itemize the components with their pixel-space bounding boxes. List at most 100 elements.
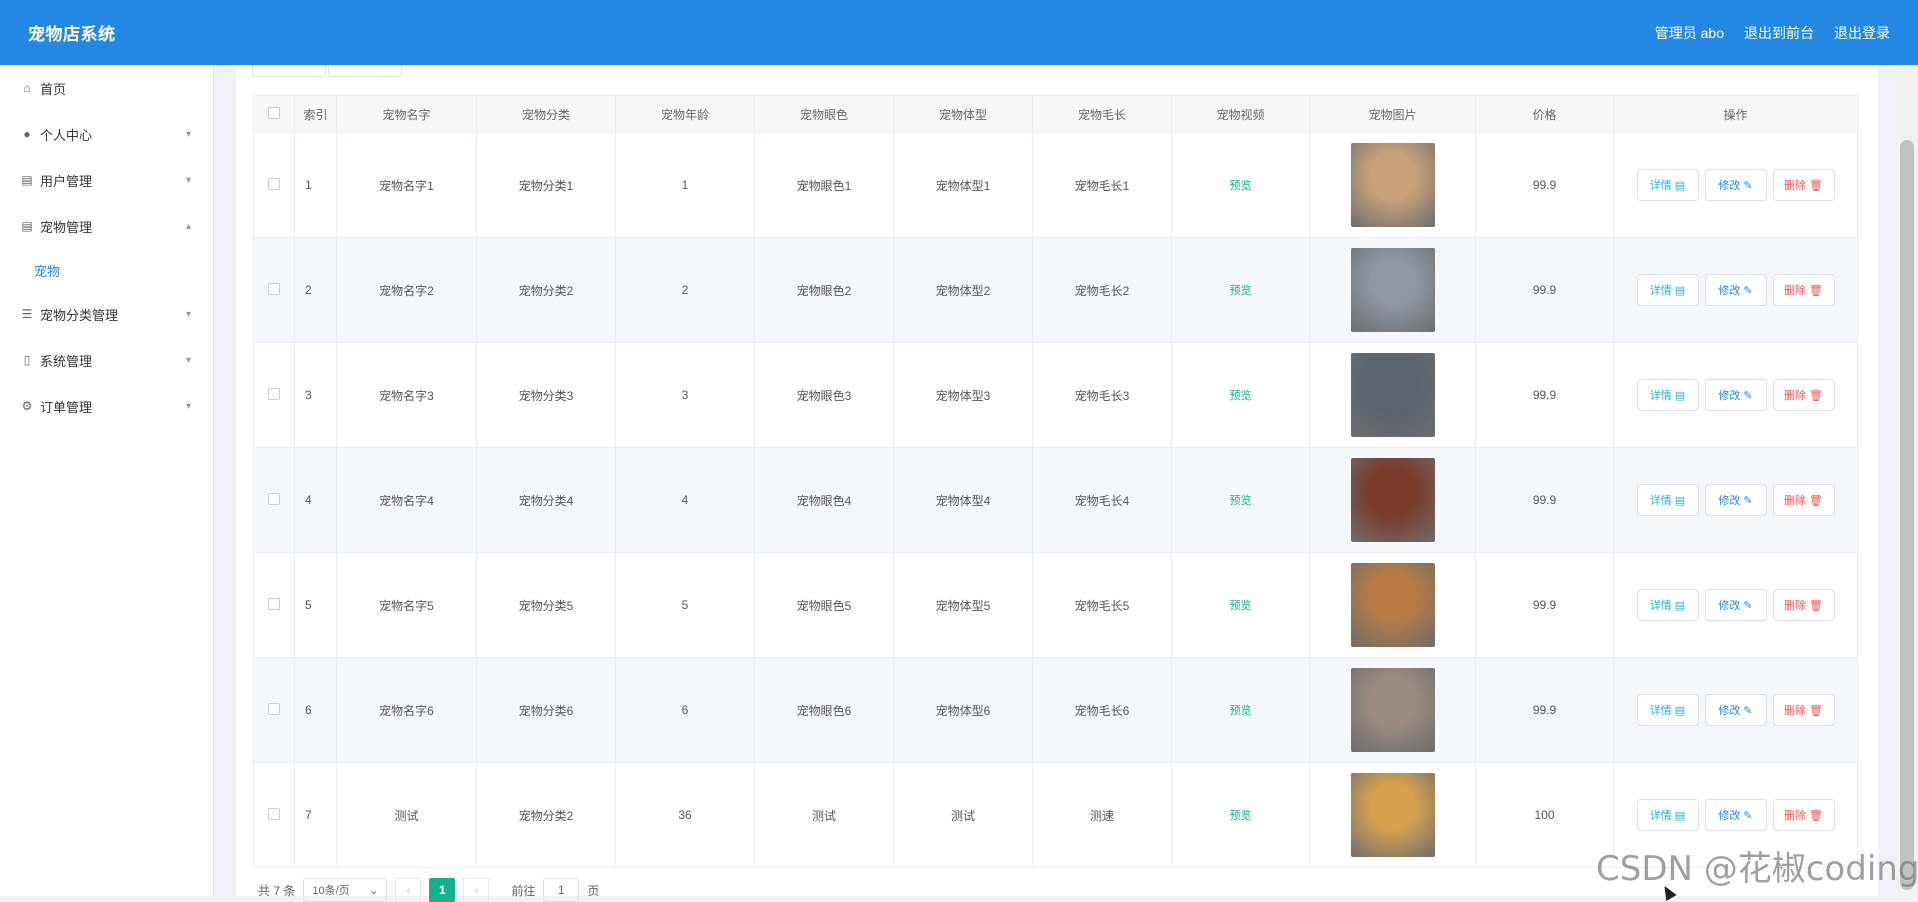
pet-size: 宠物体型6: [935, 703, 991, 718]
detail-button[interactable]: 详情 ▤: [1636, 169, 1699, 201]
pet-photo[interactable]: [1350, 563, 1435, 647]
row-index: 7: [305, 808, 312, 822]
delete-button[interactable]: 删除 🗑: [1772, 799, 1835, 831]
sidebar-item-system[interactable]: ▯ 系统管理 ▾: [0, 337, 213, 383]
detail-button[interactable]: 详情 ▤: [1636, 589, 1699, 621]
video-preview-link[interactable]: 预览: [1230, 810, 1252, 822]
delete-button[interactable]: 删除 🗑: [1772, 694, 1835, 726]
pet-photo[interactable]: [1350, 458, 1435, 542]
delete-button[interactable]: 删除 🗑: [1772, 379, 1835, 411]
row-checkbox[interactable]: [268, 492, 280, 505]
column-header[interactable]: 宠物图片: [1309, 95, 1476, 133]
column-header[interactable]: 宠物毛长: [1032, 95, 1172, 133]
chevron-down-icon: ▾: [185, 308, 191, 320]
sidebar-subitem-pet[interactable]: 宠物: [0, 249, 213, 291]
pet-photo[interactable]: [1350, 773, 1435, 857]
pet-age: 3: [681, 388, 689, 402]
exit-to-front-link[interactable]: 退出到前台: [1744, 23, 1814, 43]
pet-eye-color: 宠物眼色2: [796, 283, 852, 298]
video-preview-link[interactable]: 预览: [1230, 390, 1252, 402]
chevron-down-icon: ▾: [185, 128, 191, 140]
column-header[interactable]: 宠物眼色: [754, 95, 894, 133]
goto-page-input[interactable]: 1: [543, 878, 580, 902]
pet-photo[interactable]: [1350, 353, 1435, 437]
trash-icon: 🗑: [1809, 599, 1823, 612]
vertical-scrollbar[interactable]: [1896, 65, 1918, 896]
scrollbar-thumb[interactable]: [1900, 140, 1914, 890]
row-checkbox[interactable]: [268, 597, 280, 610]
delete-label: 删除: [1784, 705, 1807, 717]
table-body: 1 宠物名字1 宠物分类1 1 宠物眼色1 宠物体型1 宠物毛长1 预览 99.9 详情 ▤ 修改…: [253, 132, 1858, 868]
page-size-select[interactable]: 10条/页 ⌄: [303, 878, 388, 902]
pet-fur-length: 宠物毛长2: [1074, 283, 1130, 298]
table-row: 6 宠物名字6 宠物分类6 6 宠物眼色6 宠物体型6 宠物毛长6 预览 99.9 详情 ▤ 修改…: [253, 657, 1858, 763]
detail-button[interactable]: 详情 ▤: [1636, 274, 1699, 306]
next-page-button[interactable]: ›: [463, 878, 490, 902]
document-icon: ▤: [1674, 809, 1686, 822]
watermark: CSDN @花椒coding: [1596, 849, 1918, 889]
column-header[interactable]: 宠物体型: [893, 95, 1033, 133]
sidebar-item-pets[interactable]: ▤ 宠物管理 ▴: [0, 203, 213, 249]
detail-button[interactable]: 详情 ▤: [1636, 484, 1699, 516]
pet-eye-color: 宠物眼色1: [796, 178, 852, 193]
column-header[interactable]: 价格: [1475, 95, 1614, 133]
delete-label: 删除: [1784, 180, 1807, 192]
edit-button[interactable]: 修改 ✎: [1704, 799, 1767, 831]
sidebar-item-label: 个人中心: [40, 127, 93, 143]
pet-photo[interactable]: [1350, 143, 1435, 227]
admin-user-link[interactable]: 管理员 abo: [1655, 23, 1724, 43]
sidebar-item-profile[interactable]: ● 个人中心 ▾: [0, 111, 213, 157]
column-header[interactable]: 宠物分类: [476, 95, 616, 133]
sidebar-item-home[interactable]: ⌂ 首页: [0, 65, 213, 111]
video-preview-link[interactable]: 预览: [1230, 285, 1252, 297]
row-actions: 详情 ▤ 修改 ✎ 删除 🗑: [1614, 379, 1857, 411]
row-checkbox[interactable]: [268, 807, 280, 820]
row-checkbox[interactable]: [268, 282, 280, 295]
column-header[interactable]: 宠物年龄: [615, 95, 755, 133]
column-header[interactable]: 宠物视频: [1171, 95, 1310, 133]
delete-button[interactable]: 删除 🗑: [1772, 169, 1835, 201]
logout-link[interactable]: 退出登录: [1834, 23, 1890, 43]
edit-button[interactable]: 修改 ✎: [1704, 169, 1767, 201]
column-header[interactable]: 宠物名字: [336, 95, 477, 133]
prev-page-button[interactable]: ‹: [395, 878, 422, 902]
select-all-checkbox[interactable]: [268, 106, 280, 119]
edit-button[interactable]: 修改 ✎: [1704, 379, 1767, 411]
pet-photo[interactable]: [1350, 668, 1435, 752]
pencil-icon: ✎: [1743, 284, 1753, 297]
row-checkbox[interactable]: [268, 387, 280, 400]
video-preview-link[interactable]: 预览: [1230, 495, 1252, 507]
column-header[interactable]: 索引: [294, 95, 337, 133]
edit-button[interactable]: 修改 ✎: [1704, 694, 1767, 726]
detail-button[interactable]: 详情 ▤: [1636, 694, 1699, 726]
edit-button[interactable]: 修改 ✎: [1704, 274, 1767, 306]
edit-button[interactable]: 修改 ✎: [1704, 484, 1767, 516]
pet-price: 99.9: [1532, 178, 1557, 192]
page-number-current[interactable]: 1: [429, 878, 456, 902]
sidebar-item-label: 首页: [40, 81, 67, 97]
video-preview-link[interactable]: 预览: [1230, 705, 1252, 717]
sidebar-item-orders[interactable]: ⚙ 订单管理 ▾: [0, 383, 213, 429]
home-icon: ⌂: [23, 81, 31, 95]
video-preview-link[interactable]: 预览: [1230, 600, 1252, 612]
pet-name: 宠物名字5: [379, 598, 434, 613]
video-preview-link[interactable]: 预览: [1230, 180, 1252, 192]
sidebar-item-users[interactable]: ▤ 用户管理 ▾: [0, 157, 213, 203]
row-checkbox[interactable]: [268, 177, 280, 190]
delete-button[interactable]: 删除 🗑: [1772, 589, 1835, 621]
detail-button[interactable]: 详情 ▤: [1636, 379, 1699, 411]
sidebar-item-pet-categories[interactable]: ☰ 宠物分类管理 ▾: [0, 291, 213, 337]
edit-button[interactable]: 修改 ✎: [1704, 589, 1767, 621]
pet-size: 宠物体型5: [935, 598, 991, 613]
pet-name: 宠物名字6: [379, 703, 434, 718]
delete-button[interactable]: 删除 🗑: [1772, 274, 1835, 306]
pet-photo[interactable]: [1350, 248, 1435, 332]
row-index: 1: [305, 178, 312, 192]
row-checkbox[interactable]: [268, 702, 280, 715]
detail-button[interactable]: 详情 ▤: [1636, 799, 1699, 831]
pet-category: 宠物分类2: [518, 808, 574, 823]
delete-button[interactable]: 删除 🗑: [1772, 484, 1835, 516]
pet-size: 宠物体型2: [935, 283, 991, 298]
pet-size: 测试: [950, 808, 975, 823]
detail-label: 详情: [1649, 600, 1672, 612]
